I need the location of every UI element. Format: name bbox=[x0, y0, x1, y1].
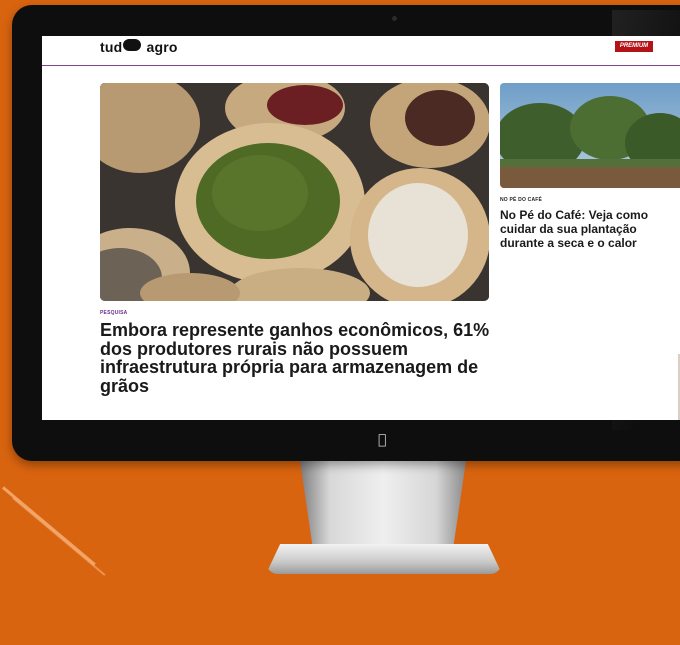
hero-image[interactable] bbox=[100, 83, 489, 301]
site-logo[interactable]: tud agro bbox=[100, 39, 178, 55]
background-stripe-2 bbox=[0, 497, 106, 645]
camera-icon bbox=[392, 16, 397, 21]
logo-text-right: agro bbox=[146, 39, 178, 55]
hero-category-label[interactable]: PESQUISA bbox=[100, 310, 127, 316]
monitor-stand-base bbox=[266, 544, 502, 574]
apple-icon:  bbox=[378, 432, 386, 448]
logo-infinity-icon bbox=[123, 39, 142, 51]
premium-badge[interactable]: PREMIUM bbox=[615, 41, 653, 52]
logo-text-left: tud bbox=[100, 39, 123, 55]
browser-screen: tud agro PREMIUM PESQUISA Embora represe… bbox=[42, 36, 680, 420]
side-headline[interactable]: No Pé do Café: Veja como cuidar da sua p… bbox=[500, 208, 678, 250]
hero-headline[interactable]: Embora represente ganhos econômicos, 61%… bbox=[100, 321, 500, 395]
site-header: tud agro PREMIUM bbox=[42, 36, 680, 66]
side-category-label[interactable]: NO PÉ DO CAFÉ bbox=[500, 197, 542, 203]
monitor-stand-neck bbox=[300, 461, 466, 551]
side-story-image[interactable] bbox=[500, 83, 680, 188]
